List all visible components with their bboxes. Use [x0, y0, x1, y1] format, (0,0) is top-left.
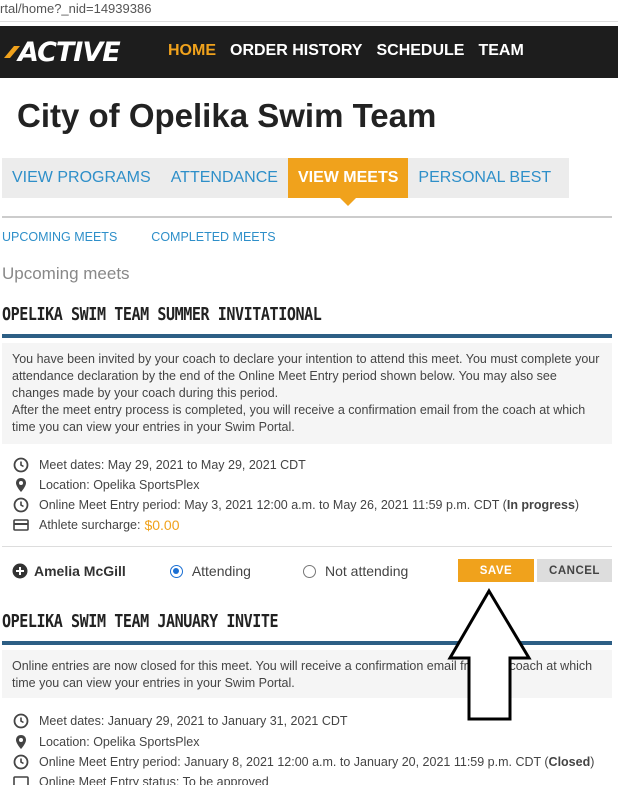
meet-dates-text: Meet dates: January 29, 2021 to January … [39, 713, 348, 728]
entry-close-paren: ) [574, 497, 580, 512]
map-pin-icon [12, 733, 29, 750]
meet-info-box: You have been invited by your coach to d… [2, 343, 612, 444]
clock-icon [12, 712, 29, 729]
surcharge-label: Athlete surcharge: [39, 517, 141, 532]
entry-period-text: Online Meet Entry period: May 3, 2021 12… [39, 497, 507, 512]
save-button[interactable]: SAVE [458, 559, 534, 582]
section-heading: Upcoming meets [2, 264, 130, 283]
top-navigation: ACTIVE HOME ORDER HISTORY SCHEDULE TEAM [0, 26, 618, 78]
expand-plus-icon[interactable] [12, 563, 28, 579]
entry-period-row: Online Meet Entry period: May 3, 2021 12… [12, 496, 579, 513]
not-attending-label[interactable]: Not attending [325, 563, 408, 579]
location-row: Location: Opelika SportsPlex [12, 733, 200, 750]
attending-option[interactable]: Attending [169, 563, 251, 579]
meet-title-rule [2, 334, 612, 338]
map-pin-icon [12, 476, 29, 493]
subtabs: UPCOMING MEETS COMPLETED MEETS [2, 230, 276, 244]
nav-team[interactable]: TEAM [478, 42, 523, 60]
clock-icon [12, 753, 29, 770]
meet-dates-row: Meet dates: January 29, 2021 to January … [12, 712, 348, 729]
entry-status-text: In progress [506, 497, 575, 512]
address-bar[interactable]: rtal/home?_nid=14939386 [0, 0, 618, 22]
athlete-name: Amelia McGill [34, 563, 126, 579]
tab-personal-best[interactable]: PERSONAL BEST [408, 158, 570, 198]
location-row: Location: Opelika SportsPlex [12, 476, 200, 493]
tab-attendance[interactable]: ATTENDANCE [160, 158, 288, 198]
logo-text: ACTIVE [18, 36, 121, 68]
attending-radio[interactable] [169, 564, 183, 578]
meet-title: OPELIKA SWIM TEAM SUMMER INVITATIONAL [2, 305, 322, 325]
entry-close-paren: ) [590, 754, 595, 769]
credit-card-icon [12, 773, 29, 785]
not-attending-radio[interactable] [302, 564, 316, 578]
subtab-completed-meets[interactable]: COMPLETED MEETS [151, 230, 275, 244]
meet-title: OPELIKA SWIM TEAM JANUARY INVITE [2, 612, 279, 632]
active-logo[interactable]: ACTIVE [2, 34, 121, 70]
surcharge-row: Athlete surcharge: $0.00 [12, 516, 180, 533]
nav-schedule[interactable]: SCHEDULE [376, 42, 464, 60]
clock-icon [12, 456, 29, 473]
meet-dates-text: Meet dates: May 29, 2021 to May 29, 2021… [39, 457, 306, 472]
entry-period-text: Online Meet Entry period: January 8, 202… [39, 754, 549, 769]
location-text: Location: Opelika SportsPlex [39, 734, 200, 749]
meet-dates-row: Meet dates: May 29, 2021 to May 29, 2021… [12, 456, 306, 473]
subtab-upcoming-meets[interactable]: UPCOMING MEETS [2, 230, 117, 244]
clock-icon [12, 496, 29, 513]
entry-status-line: Online Meet Entry status: To be approved [39, 774, 269, 785]
credit-card-icon [12, 516, 29, 533]
entry-status-text: Closed [548, 754, 591, 769]
entry-period-row: Online Meet Entry period: January 8, 202… [12, 753, 594, 770]
main-nav: HOME ORDER HISTORY SCHEDULE TEAM [168, 42, 524, 60]
info-text: After the meet entry process is complete… [12, 403, 586, 434]
page-title: City of Opelika Swim Team [17, 97, 437, 134]
entry-status-row: Online Meet Entry status: To be approved [12, 773, 269, 785]
nav-home[interactable]: HOME [168, 42, 216, 60]
attending-label[interactable]: Attending [192, 563, 251, 579]
annotation-up-arrow-icon [447, 588, 532, 721]
cancel-button[interactable]: CANCEL [537, 559, 612, 582]
surcharge-value: $0.00 [144, 516, 180, 533]
tabs-divider [2, 216, 612, 218]
tab-view-meets[interactable]: VIEW MEETS [287, 158, 409, 206]
athlete-divider [2, 546, 612, 547]
location-text: Location: Opelika SportsPlex [39, 477, 200, 492]
nav-order-history[interactable]: ORDER HISTORY [230, 42, 362, 60]
tab-bar: VIEW PROGRAMS ATTENDANCE VIEW MEETS PERS… [2, 158, 570, 206]
info-text: You have been invited by your coach to d… [12, 352, 600, 400]
tab-view-programs[interactable]: VIEW PROGRAMS [2, 158, 161, 198]
not-attending-option[interactable]: Not attending [302, 563, 408, 579]
